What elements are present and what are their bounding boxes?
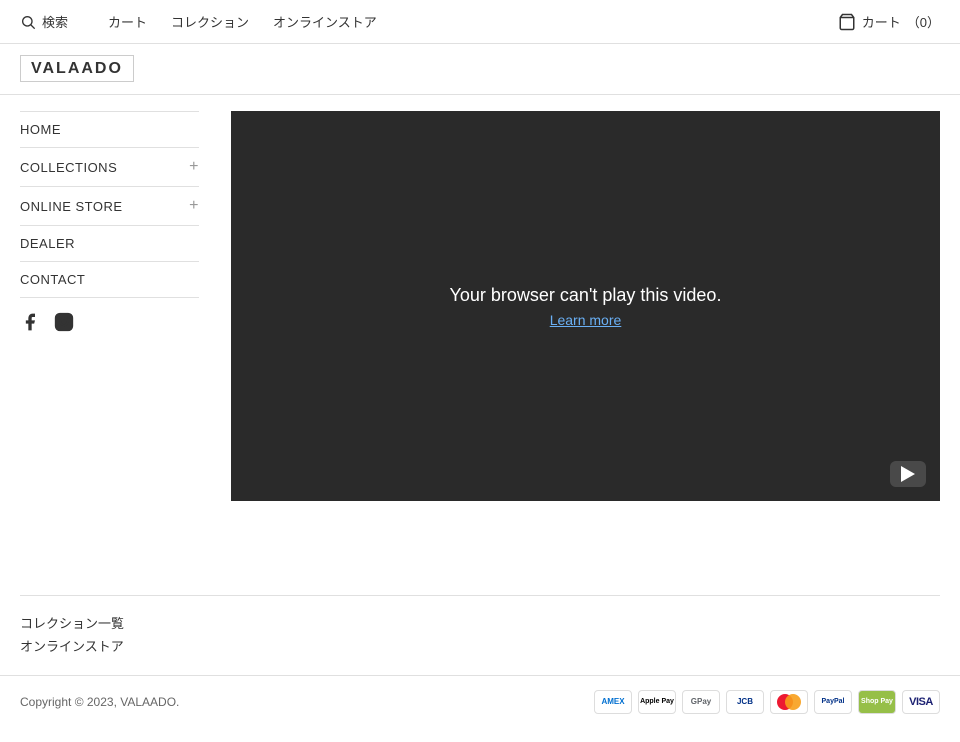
sidebar-item-label: HOME bbox=[20, 122, 61, 137]
collections-expand-icon: + bbox=[189, 158, 199, 176]
facebook-link[interactable] bbox=[20, 312, 40, 335]
cart-label: カート bbox=[862, 12, 901, 31]
cart-count: （0） bbox=[907, 12, 940, 31]
main-layout: HOME COLLECTIONS + ONLINE STORE + DEALER… bbox=[0, 95, 960, 595]
sidebar-item-label: COLLECTIONS bbox=[20, 160, 117, 175]
video-player[interactable]: Your browser can't play this video. Lear… bbox=[231, 111, 940, 501]
payment-paypal: PayPal bbox=[814, 690, 852, 714]
youtube-icon[interactable] bbox=[890, 461, 926, 487]
copyright-text: Copyright © 2023, VALAADO. bbox=[20, 695, 179, 709]
sidebar-item-collections[interactable]: COLLECTIONS + bbox=[20, 148, 199, 187]
video-error-message: Your browser can't play this video. bbox=[450, 285, 722, 306]
facebook-icon bbox=[20, 312, 40, 332]
search-button[interactable]: 検索 bbox=[20, 12, 68, 31]
sidebar-item-label: CONTACT bbox=[20, 272, 85, 287]
nav-link-cart[interactable]: カート bbox=[108, 12, 147, 31]
nav-link-online-store[interactable]: オンラインストア bbox=[273, 12, 377, 31]
brand-logo[interactable]: VALAADO bbox=[20, 55, 134, 82]
logo-bar: VALAADO bbox=[0, 44, 960, 95]
search-icon bbox=[20, 14, 36, 30]
instagram-icon bbox=[54, 312, 74, 332]
sidebar-item-online-store[interactable]: ONLINE STORE + bbox=[20, 187, 199, 226]
online-store-expand-icon: + bbox=[189, 197, 199, 215]
instagram-link[interactable] bbox=[54, 312, 74, 335]
payment-google-pay: GPay bbox=[682, 690, 720, 714]
payment-jcb: JCB bbox=[726, 690, 764, 714]
learn-more-link[interactable]: Learn more bbox=[550, 312, 622, 328]
sidebar: HOME COLLECTIONS + ONLINE STORE + DEALER… bbox=[20, 95, 215, 595]
cart-icon bbox=[838, 13, 856, 31]
payment-icons: AMEX Apple Pay GPay JCB PayPal Shop Pay … bbox=[594, 690, 940, 714]
content-area: Your browser can't play this video. Lear… bbox=[215, 95, 940, 595]
footer-link-collections[interactable]: コレクション一覧 bbox=[20, 612, 940, 635]
social-links bbox=[20, 298, 199, 335]
payment-visa: VISA bbox=[902, 690, 940, 714]
search-label: 検索 bbox=[42, 12, 68, 31]
sidebar-item-label: DEALER bbox=[20, 236, 75, 251]
sidebar-item-dealer[interactable]: DEALER bbox=[20, 226, 199, 262]
top-nav-links: カート コレクション オンラインストア bbox=[108, 12, 377, 31]
footer-links: コレクション一覧 オンラインストア bbox=[0, 596, 960, 667]
cart-button[interactable]: カート （0） bbox=[838, 12, 940, 31]
sidebar-item-contact[interactable]: CONTACT bbox=[20, 262, 199, 298]
payment-amex: AMEX bbox=[594, 690, 632, 714]
footer-link-online-store[interactable]: オンラインストア bbox=[20, 635, 940, 658]
sidebar-item-label: ONLINE STORE bbox=[20, 199, 123, 214]
top-nav: 検索 カート コレクション オンラインストア カート （0） bbox=[0, 0, 960, 44]
payment-mastercard bbox=[770, 690, 808, 714]
payment-apple-pay: Apple Pay bbox=[638, 690, 676, 714]
payment-shop-pay: Shop Pay bbox=[858, 690, 896, 714]
nav-link-collections[interactable]: コレクション bbox=[171, 12, 249, 31]
sidebar-item-home[interactable]: HOME bbox=[20, 111, 199, 148]
footer-bottom: Copyright © 2023, VALAADO. AMEX Apple Pa… bbox=[0, 675, 960, 728]
